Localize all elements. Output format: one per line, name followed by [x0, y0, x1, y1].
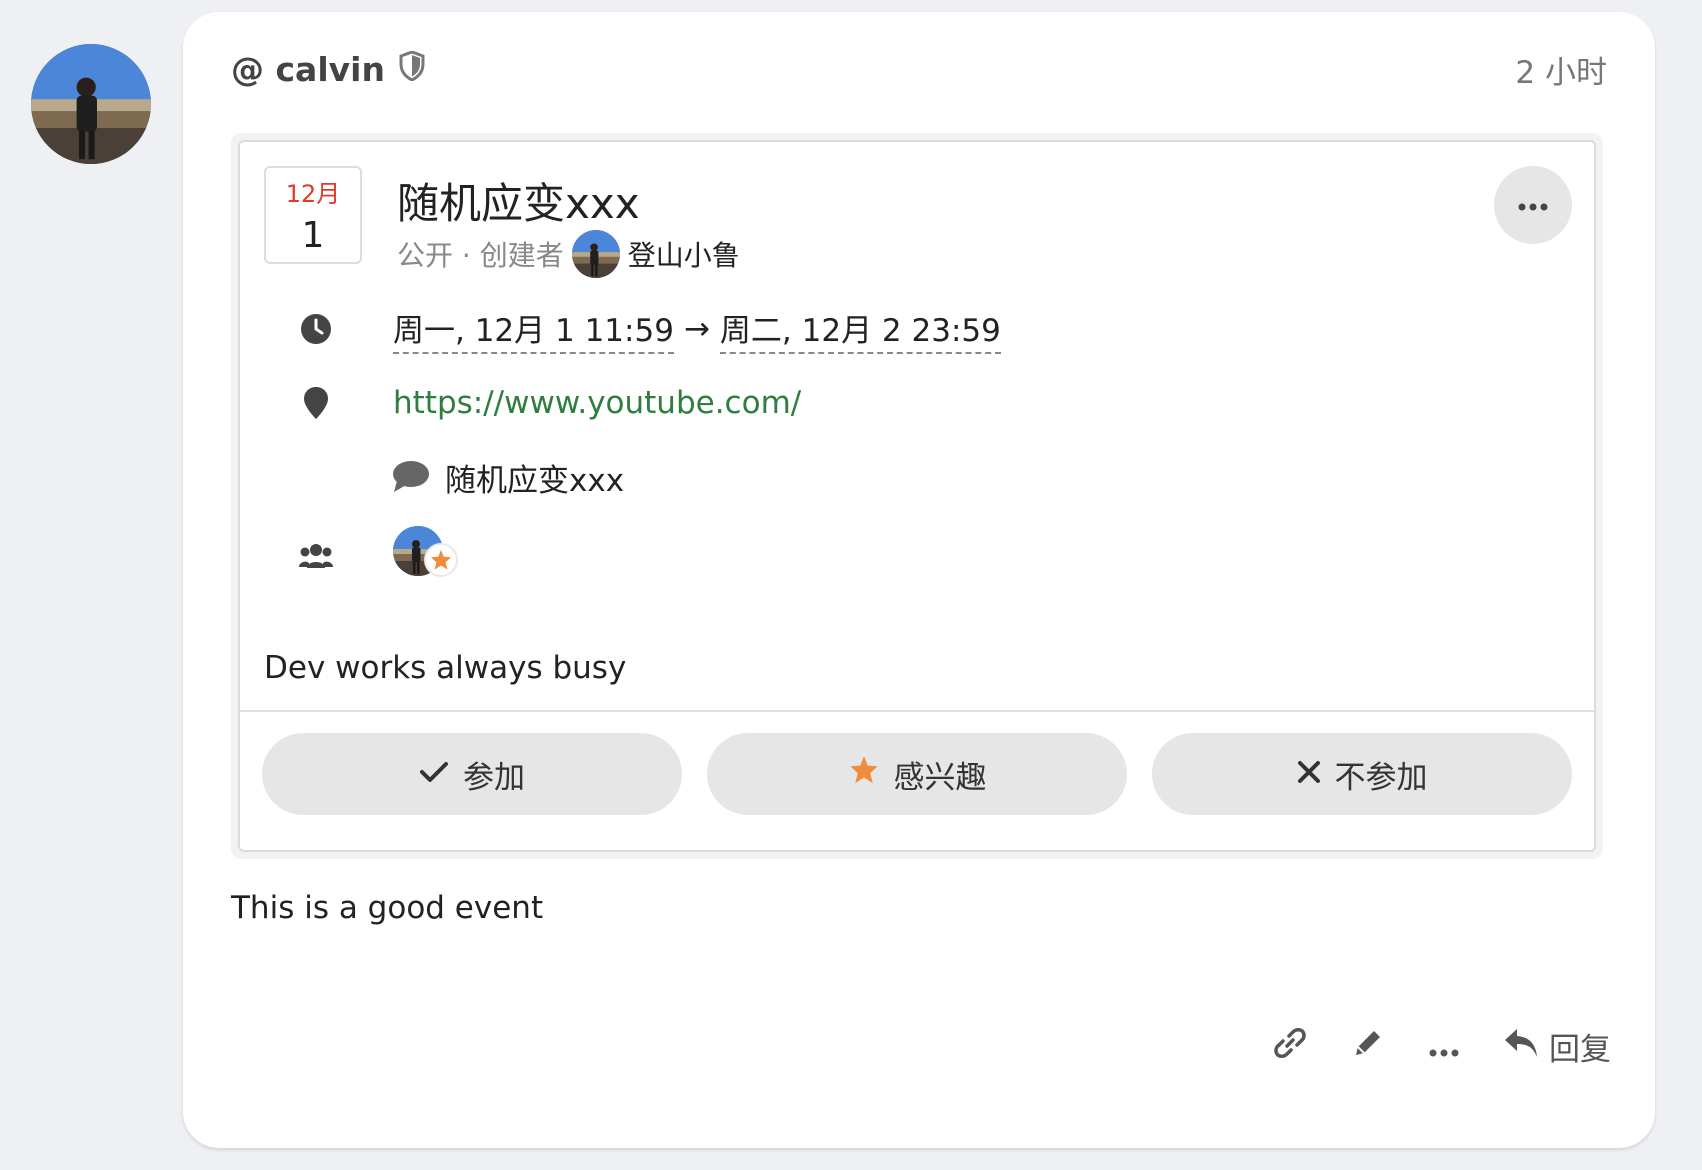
post-header: @ calvin 2 小时: [231, 44, 1607, 94]
star-icon: [424, 543, 458, 577]
decline-button[interactable]: 不参加: [1152, 733, 1572, 815]
event-description: Dev works always busy: [264, 650, 627, 686]
event-card: 12月 1 随机应变xxx 公开 · 创建者 登山小鲁 周一, 12月 1 11…: [238, 140, 1596, 852]
event-location-row: https://www.youtube.com/: [240, 378, 1594, 428]
ellipsis-icon: [1429, 1029, 1459, 1065]
event-end-time[interactable]: 周二, 12月 2 23:59: [719, 305, 1001, 354]
event-title: 随机应变xxx: [397, 179, 640, 228]
decline-label: 不参加: [1334, 759, 1428, 796]
pencil-icon: [1351, 1026, 1385, 1068]
reply-icon: [1503, 1027, 1539, 1067]
map-pin-icon: [296, 383, 336, 423]
interested-button[interactable]: 感兴趣: [707, 733, 1127, 815]
star-icon: [848, 755, 880, 793]
ellipsis-icon: [1518, 196, 1548, 215]
clock-icon: [296, 309, 336, 349]
link-icon: [1273, 1026, 1307, 1068]
shield-icon: [399, 49, 425, 89]
event-location-link[interactable]: https://www.youtube.com/: [393, 385, 801, 421]
reply-label: 回复: [1549, 1032, 1611, 1068]
event-meta: 公开 · 创建者 登山小鲁: [397, 230, 740, 278]
event-attendees-row: [240, 526, 1594, 586]
users-icon: [296, 536, 336, 576]
copy-link-button[interactable]: [1273, 1026, 1307, 1068]
event-more-button[interactable]: [1494, 166, 1572, 244]
author-info: @ calvin: [231, 50, 425, 89]
event-divider: [240, 710, 1594, 712]
event-start-time[interactable]: 周一, 12月 1 11:59: [393, 305, 674, 354]
speech-bubble-icon: [393, 461, 429, 493]
post-timestamp[interactable]: 2 小时: [1515, 47, 1607, 92]
reply-button[interactable]: 回复: [1503, 1024, 1611, 1069]
event-chat-name[interactable]: 随机应变xxx: [445, 455, 624, 500]
post-card: @ calvin 2 小时 12月 1 随机应变xxx 公开 · 创建者 登山小…: [183, 12, 1655, 1148]
author-avatar[interactable]: [31, 44, 151, 164]
rsvp-buttons: 参加 感兴趣 不参加: [262, 733, 1572, 815]
close-icon: [1297, 756, 1321, 792]
check-icon: [419, 756, 449, 792]
event-time-row: 周一, 12月 1 11:59 → 周二, 12月 2 23:59: [240, 304, 1594, 354]
event-month: 12月: [285, 180, 341, 208]
event-day: 1: [301, 215, 325, 256]
post-actions: 回复: [1273, 1024, 1611, 1069]
interested-label: 感兴趣: [893, 759, 987, 796]
event-chat-row: 随机应变xxx: [240, 452, 1594, 502]
creator-name[interactable]: 登山小鲁: [628, 234, 740, 274]
creator-avatar[interactable]: [572, 230, 620, 278]
author-handle[interactable]: @ calvin: [231, 50, 385, 89]
post-body: This is a good event: [231, 890, 544, 926]
join-label: 参加: [463, 759, 525, 796]
event-date-box: 12月 1: [264, 166, 362, 264]
event-embed: 12月 1 随机应变xxx 公开 · 创建者 登山小鲁 周一, 12月 1 11…: [231, 133, 1603, 859]
time-arrow: →: [683, 311, 710, 347]
edit-button[interactable]: [1351, 1026, 1385, 1068]
event-visibility: 公开 · 创建者: [397, 239, 564, 272]
attendee-avatar[interactable]: [393, 526, 463, 578]
more-actions-button[interactable]: [1429, 1029, 1459, 1065]
join-button[interactable]: 参加: [262, 733, 682, 815]
